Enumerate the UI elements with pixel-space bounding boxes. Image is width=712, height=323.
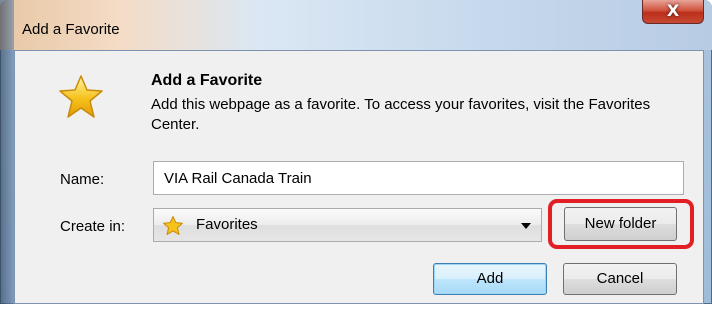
- cancel-button[interactable]: Cancel: [563, 263, 677, 295]
- name-field[interactable]: [153, 161, 684, 195]
- star-icon: [59, 75, 103, 118]
- add-button[interactable]: Add: [433, 263, 547, 295]
- name-label: Name:: [60, 171, 105, 188]
- create-in-dropdown[interactable]: Favorites: [153, 208, 542, 242]
- close-button[interactable]: X: [642, 0, 704, 24]
- dialog-description: Add this webpage as a favorite. To acces…: [151, 96, 651, 133]
- window-title: Add a Favorite: [22, 21, 120, 38]
- create-in-value: Favorites: [196, 216, 258, 233]
- dialog-heading: Add a Favorite: [151, 72, 263, 89]
- background-edge: [0, 0, 14, 323]
- close-icon: X: [666, 1, 680, 20]
- dialog-body: Add a Favorite Add this webpage as a fav…: [14, 50, 704, 304]
- create-in-label: Create in:: [60, 218, 126, 235]
- bottom-background: [0, 304, 712, 323]
- chevron-down-icon[interactable]: [521, 223, 531, 229]
- title-bar[interactable]: Add a Favorite X: [0, 0, 712, 50]
- favorites-star-icon: [163, 216, 183, 235]
- new-folder-button[interactable]: New folder: [564, 207, 677, 241]
